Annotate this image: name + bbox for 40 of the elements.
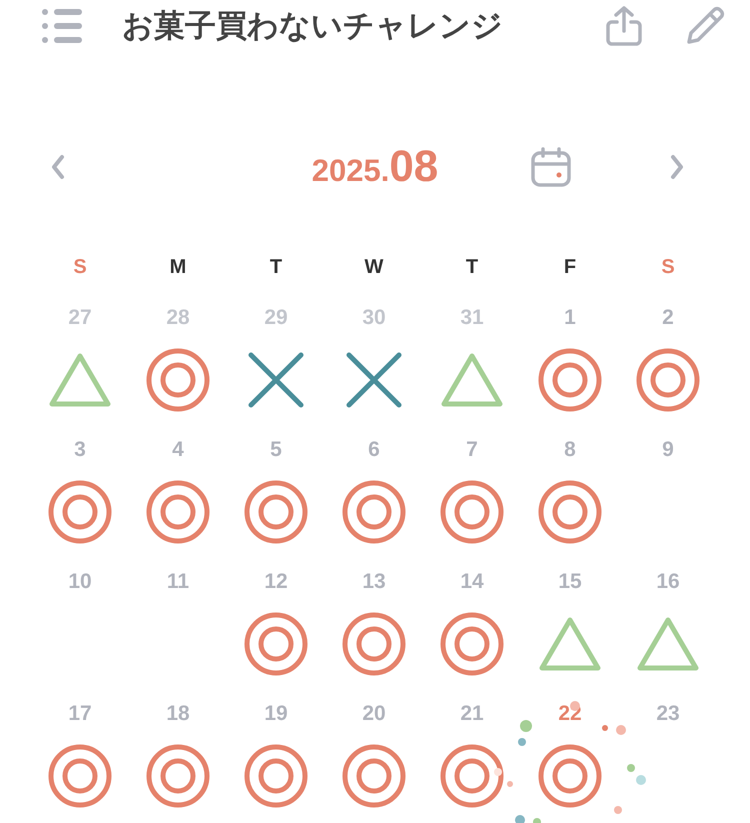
day-number[interactable]: 7 bbox=[466, 435, 478, 465]
day-number[interactable]: 12 bbox=[264, 567, 288, 597]
day-number[interactable]: 3 bbox=[74, 435, 86, 465]
day-number[interactable]: 15 bbox=[558, 567, 582, 597]
weekday-label: T bbox=[268, 254, 284, 280]
weekday-label: T bbox=[464, 254, 480, 280]
weekday-label: S bbox=[72, 254, 88, 280]
day-number[interactable]: 6 bbox=[368, 435, 380, 465]
day-number[interactable]: 19 bbox=[264, 699, 288, 729]
day-number[interactable]: 13 bbox=[362, 567, 386, 597]
day-number[interactable]: 1 bbox=[564, 303, 576, 333]
previous-month-icon[interactable] bbox=[51, 154, 65, 180]
day-number[interactable]: 28 bbox=[166, 303, 190, 333]
next-month-icon[interactable] bbox=[670, 154, 684, 180]
day-number[interactable]: 10 bbox=[68, 567, 92, 597]
day-number[interactable]: 14 bbox=[460, 567, 484, 597]
day-number[interactable]: 31 bbox=[460, 303, 484, 333]
day-number[interactable]: 11 bbox=[166, 567, 190, 597]
day-number[interactable]: 9 bbox=[662, 435, 674, 465]
day-number[interactable]: 21 bbox=[460, 699, 484, 729]
day-number[interactable]: 2 bbox=[662, 303, 674, 333]
day-number[interactable]: 4 bbox=[172, 435, 184, 465]
day-number[interactable]: 20 bbox=[362, 699, 386, 729]
month-label: 2025.08 bbox=[312, 142, 438, 192]
day-number[interactable]: 5 bbox=[270, 435, 282, 465]
calendar-icon[interactable] bbox=[530, 146, 572, 188]
weekday-label: F bbox=[562, 254, 578, 280]
menu-icon[interactable] bbox=[42, 8, 82, 44]
day-number[interactable]: 17 bbox=[68, 699, 92, 729]
weekday-label: M bbox=[168, 254, 188, 280]
day-number[interactable]: 29 bbox=[264, 303, 288, 333]
app-title: お菓子買わないチャレンジ bbox=[122, 7, 504, 46]
day-number[interactable]: 27 bbox=[68, 303, 92, 333]
weekday-label: S bbox=[660, 254, 676, 280]
day-number[interactable]: 30 bbox=[362, 303, 386, 333]
day-number[interactable]: 16 bbox=[656, 567, 680, 597]
weekday-label: W bbox=[364, 254, 384, 280]
day-number[interactable]: 23 bbox=[656, 699, 680, 729]
day-number[interactable]: 8 bbox=[564, 435, 576, 465]
day-number[interactable]: 18 bbox=[166, 699, 190, 729]
